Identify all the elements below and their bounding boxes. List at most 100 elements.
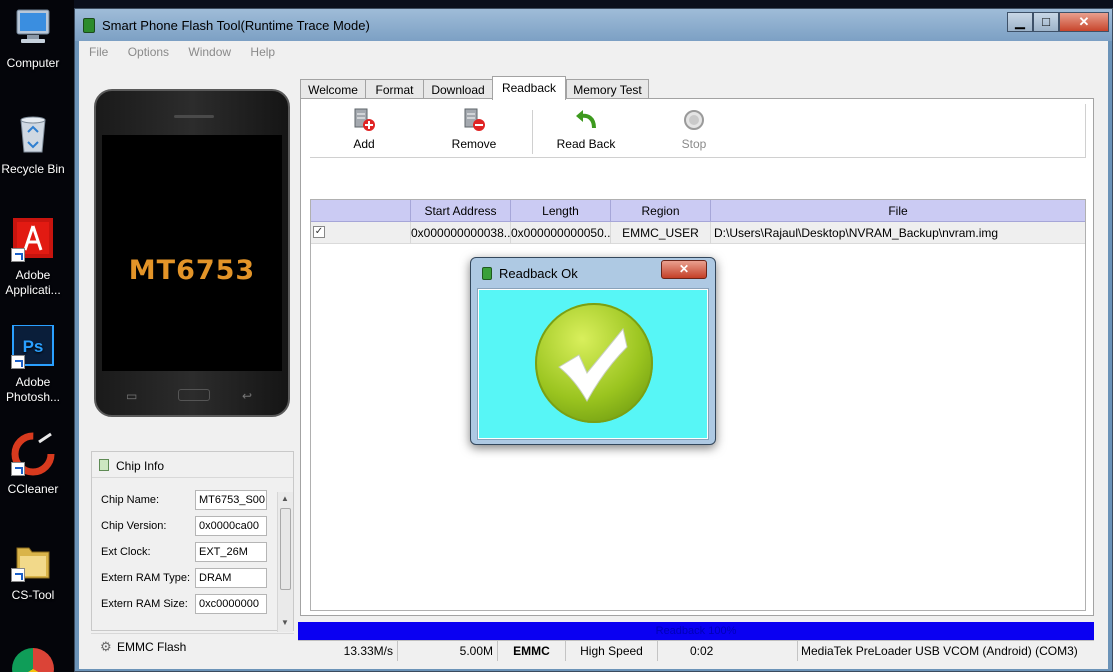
desktop-icon-cs-tool[interactable]: CS-Tool [0, 538, 66, 603]
extern-ram-type-field[interactable]: DRAM [195, 568, 267, 588]
success-check-icon [535, 303, 653, 423]
status-size: 5.00M [398, 641, 498, 661]
progress-bar: Readback 100% [298, 622, 1094, 640]
readback-toolbar: Add Remove Read Back Stop [310, 104, 1086, 158]
window-title: Smart Phone Flash Tool(Runtime Trace Mod… [102, 18, 370, 33]
minimize-button[interactable]: ▁ [1007, 12, 1033, 32]
add-button[interactable]: Add [324, 108, 404, 151]
dialog-app-icon [482, 267, 492, 280]
shortcut-arrow-icon [11, 248, 25, 262]
app-icon [83, 18, 95, 33]
remove-icon [462, 108, 486, 132]
row-checkbox-cell: ✓ [311, 222, 411, 244]
chrome-icon[interactable] [12, 648, 54, 672]
chip-info-row: Extern RAM Size: 0xc0000000 [101, 594, 281, 614]
shortcut-arrow-icon [11, 568, 25, 582]
chip-info-label: Extern RAM Size: [101, 598, 188, 610]
back-key-icon: ↩ [242, 389, 253, 403]
cell-region[interactable]: EMMC_USER [611, 222, 711, 244]
emmc-flash-header[interactable]: ⚙ EMMC Flash [91, 633, 294, 655]
desktop-icon-ccleaner[interactable]: CCleaner [0, 432, 66, 497]
dialog-content [479, 290, 707, 438]
dialog-close-button[interactable]: ✕ [661, 260, 707, 279]
folder-icon [11, 538, 55, 582]
cell-start-address[interactable]: 0x000000000038... [411, 222, 511, 244]
ccleaner-icon [11, 432, 55, 476]
close-button[interactable]: ✕ [1059, 12, 1109, 32]
desktop-icon-adobe-photoshop[interactable]: Ps Adobe Photosh... [0, 324, 66, 405]
tab-readback[interactable]: Readback [492, 76, 566, 100]
chip-info-header[interactable]: Chip Info [92, 452, 293, 478]
cell-file[interactable]: D:\Users\Rajaul\Desktop\NVRAM_Backup\nvr… [711, 222, 1085, 244]
remove-label: Remove [451, 137, 497, 151]
scrollbar-thumb[interactable] [280, 508, 291, 590]
toolbar-separator [532, 110, 533, 154]
desktop-icon-computer[interactable]: Computer [0, 6, 66, 71]
scroll-up-icon[interactable]: ▲ [281, 494, 289, 503]
chip-icon [99, 459, 109, 471]
stop-button[interactable]: Stop [654, 108, 734, 151]
row-checkbox[interactable]: ✓ [313, 226, 325, 238]
tab-format[interactable]: Format [365, 79, 424, 99]
chip-info-scrollbar[interactable]: ▲ ▼ [277, 492, 293, 632]
desktop-icon-label: CS-Tool [11, 588, 55, 602]
shortcut-arrow-icon [11, 355, 25, 369]
status-bar: 13.33M/s 5.00M EMMC High Speed 0:02 Medi… [298, 640, 1094, 661]
maximize-button[interactable]: □ [1033, 12, 1059, 32]
chip-info-label: Extern RAM Type: [101, 572, 191, 584]
chip-name-field[interactable]: MT6753_S00 [195, 490, 267, 510]
header-start-address[interactable]: Start Address [411, 200, 511, 222]
cell-length[interactable]: 0x000000000050... [511, 222, 611, 244]
tab-welcome[interactable]: Welcome [300, 79, 366, 99]
dialog-title: Readback Ok [499, 266, 578, 281]
computer-icon [11, 6, 55, 50]
header-file[interactable]: File [711, 200, 1085, 222]
phone-illustration: MT6753 ▭ ↩ [94, 89, 290, 417]
shortcut-arrow-icon [11, 462, 25, 476]
photoshop-icon: Ps [11, 324, 55, 369]
chip-info-panel: Chip Info Chip Name: MT6753_S00 Chip Ver… [91, 451, 294, 632]
title-bar[interactable]: Smart Phone Flash Tool(Runtime Trace Mod… [75, 9, 1112, 41]
desktop: Computer Recycle Bin Adobe Applicati... … [0, 0, 74, 672]
desktop-icon-label: Computer [6, 56, 60, 70]
status-usb-speed: High Speed [566, 641, 658, 661]
readback-ok-dialog: Readback Ok ✕ [470, 257, 716, 445]
header-region[interactable]: Region [611, 200, 711, 222]
menu-bar: File Options Window Help [79, 41, 1108, 63]
tab-memory-test[interactable]: Memory Test [566, 79, 649, 99]
desktop-icon-recycle-bin[interactable]: Recycle Bin [0, 112, 66, 177]
scroll-down-icon[interactable]: ▼ [281, 618, 289, 627]
desktop-icon-label: Adobe Applicati... [5, 268, 61, 297]
menu-key-icon: ▭ [126, 389, 138, 403]
menu-file[interactable]: File [79, 41, 108, 59]
menu-options[interactable]: Options [112, 41, 169, 59]
read-back-button[interactable]: Read Back [546, 108, 626, 151]
tab-download[interactable]: Download [423, 79, 493, 99]
phone-speaker [174, 115, 214, 118]
svg-text:Ps: Ps [23, 337, 44, 356]
dialog-body [477, 288, 709, 440]
stop-label: Stop [681, 137, 707, 151]
table-row[interactable]: ✓ 0x000000000038... 0x000000000050... EM… [311, 222, 1085, 244]
header-checkbox-col [311, 200, 411, 222]
header-length[interactable]: Length [511, 200, 611, 222]
desktop-icon-adobe-application[interactable]: Adobe Applicati... [0, 218, 66, 298]
status-time: 0:02 [658, 641, 798, 661]
remove-button[interactable]: Remove [434, 108, 514, 151]
desktop-icon-label: Recycle Bin [1, 162, 65, 176]
emmc-flash-label: EMMC Flash [117, 640, 187, 654]
desktop-icon-label: Adobe Photosh... [5, 375, 61, 404]
extern-ram-size-field[interactable]: 0xc0000000 [195, 594, 267, 614]
chip-info-row: Ext Clock: EXT_26M [101, 542, 281, 562]
adobe-acrobat-icon [11, 218, 55, 262]
chip-info-label: Chip Version: [101, 520, 167, 532]
chip-version-field[interactable]: 0x0000ca00 [195, 516, 267, 536]
chip-info-row: Extern RAM Type: DRAM [101, 568, 281, 588]
ext-clock-field[interactable]: EXT_26M [195, 542, 267, 562]
status-speed: 13.33M/s [298, 641, 398, 661]
status-port: MediaTek PreLoader USB VCOM (Android) (C… [801, 644, 1078, 658]
desktop-icon-label: CCleaner [7, 482, 59, 496]
menu-help[interactable]: Help [234, 41, 275, 59]
menu-window[interactable]: Window [172, 41, 231, 59]
stop-icon [682, 108, 706, 132]
